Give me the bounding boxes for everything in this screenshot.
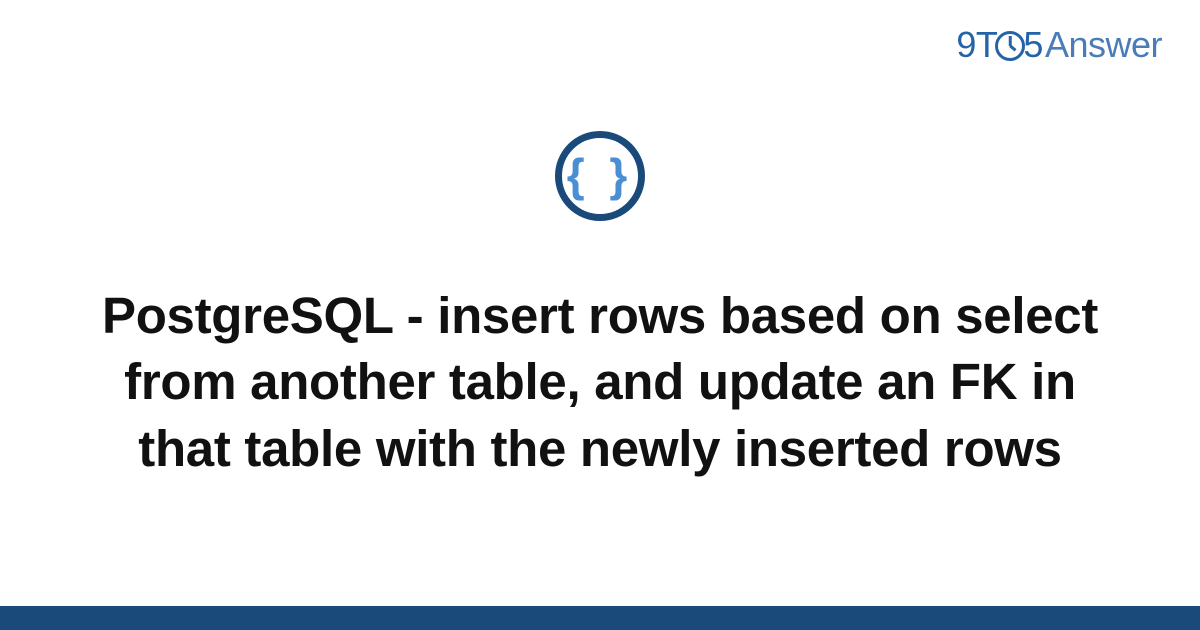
page-title: PostgreSQL - insert rows based on select… bbox=[75, 283, 1125, 482]
logo-nine: 9 bbox=[956, 24, 976, 65]
site-logo: 9T5Answer bbox=[956, 24, 1162, 66]
footer-bar bbox=[0, 606, 1200, 630]
braces-glyph: { } bbox=[567, 152, 634, 198]
logo-t: T bbox=[976, 24, 998, 65]
logo-five: 5 bbox=[1023, 24, 1043, 65]
clock-icon bbox=[995, 31, 1025, 61]
code-braces-icon: { } bbox=[555, 131, 645, 221]
logo-answer: Answer bbox=[1045, 24, 1162, 65]
